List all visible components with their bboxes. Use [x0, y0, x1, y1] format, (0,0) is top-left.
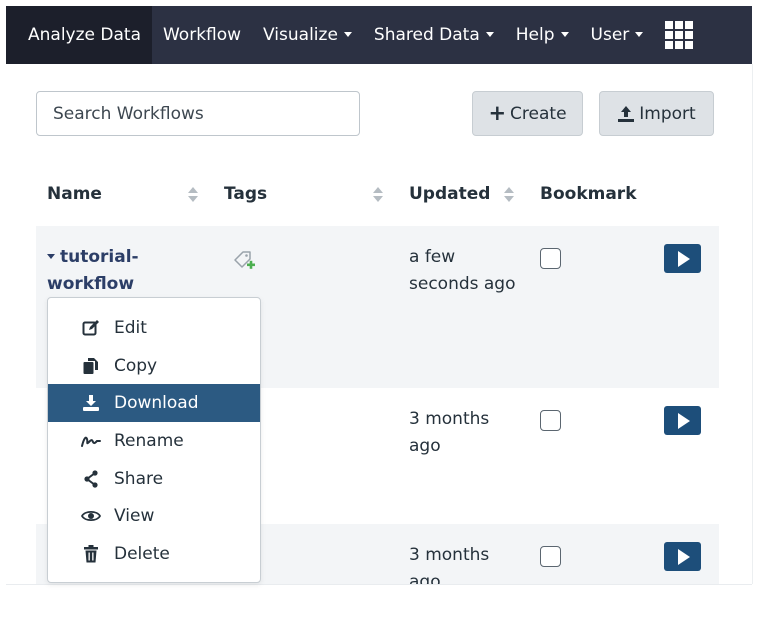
add-tag-icon[interactable]	[232, 248, 256, 272]
nav-shared-data[interactable]: Shared Data	[363, 6, 505, 64]
run-workflow-button[interactable]	[664, 542, 701, 571]
bookmark-checkbox[interactable]	[540, 546, 561, 567]
caret-down-icon	[560, 31, 569, 37]
menu-item-download[interactable]: Download	[48, 384, 260, 423]
menu-item-label: Delete	[114, 543, 170, 564]
plus-icon: +	[488, 101, 507, 125]
nav-workflow[interactable]: Workflow	[152, 6, 252, 64]
menu-item-share[interactable]: Share	[48, 460, 260, 498]
menu-item-label: Rename	[114, 430, 184, 451]
copy-icon	[81, 356, 101, 376]
menu-item-rename[interactable]: Rename	[48, 422, 260, 460]
panel-edge	[6, 584, 752, 585]
grid-icon	[665, 21, 694, 49]
menu-item-edit[interactable]: Edit	[48, 309, 260, 347]
caret-down-icon	[485, 31, 494, 37]
nav-help[interactable]: Help	[505, 6, 580, 64]
sort-icon[interactable]	[188, 186, 198, 204]
bookmark-checkbox[interactable]	[540, 410, 561, 431]
nav-visualize-label: Visualize	[263, 25, 338, 45]
nav-workflow-label: Workflow	[162, 25, 242, 45]
caret-down-icon	[47, 254, 55, 259]
nav-visualize[interactable]: Visualize	[252, 6, 363, 64]
trash-icon	[81, 544, 101, 564]
create-button-label: Create	[510, 103, 567, 124]
nav-user-label: User	[590, 25, 630, 45]
updated-time: a few seconds ago	[409, 247, 516, 294]
menu-item-view[interactable]: View	[48, 497, 260, 535]
workflow-actions-dropdown: Edit Copy Download Rename Share View Del…	[47, 297, 261, 583]
masthead: Analyze Data Workflow Visualize Shared D…	[6, 6, 752, 64]
edit-icon	[81, 318, 101, 338]
menu-item-delete[interactable]: Delete	[48, 535, 260, 573]
import-button[interactable]: Import	[599, 91, 714, 136]
column-header-tags[interactable]: Tags	[224, 184, 267, 204]
run-workflow-button[interactable]	[664, 406, 701, 435]
column-header-updated[interactable]: Updated	[409, 184, 490, 204]
apps-menu-button[interactable]	[654, 6, 704, 64]
sort-icon[interactable]	[504, 186, 514, 204]
bookmark-checkbox[interactable]	[540, 248, 561, 269]
nav-user[interactable]: User	[580, 6, 655, 64]
create-button[interactable]: + Create	[472, 91, 583, 136]
signature-icon	[81, 431, 101, 451]
caret-down-icon	[343, 31, 352, 37]
workflow-name-link[interactable]: tutorial-workflow	[47, 244, 177, 298]
caret-down-icon	[635, 31, 644, 37]
search-workflows-input[interactable]	[36, 91, 360, 136]
column-header-bookmark: Bookmark	[540, 184, 637, 204]
menu-item-label: Edit	[114, 317, 147, 338]
nav-shared-data-label: Shared Data	[373, 25, 480, 45]
updated-time: 3 months ago	[409, 545, 490, 584]
updated-time: 3 months ago	[409, 409, 490, 456]
download-icon	[81, 393, 101, 413]
workflow-name-label: tutorial-workflow	[47, 247, 139, 294]
upload-icon	[617, 105, 635, 123]
panel-edge	[752, 64, 753, 584]
sort-icon[interactable]	[373, 186, 383, 204]
menu-item-label: View	[114, 506, 155, 527]
menu-item-label: Share	[114, 468, 164, 489]
menu-item-label: Download	[114, 393, 199, 414]
nav-analyze-data-label: Analyze Data	[28, 25, 141, 45]
eye-icon	[81, 506, 101, 526]
menu-item-label: Copy	[114, 355, 158, 376]
share-icon	[81, 469, 101, 489]
nav-analyze-data[interactable]: Analyze Data	[6, 6, 152, 64]
import-button-label: Import	[639, 103, 696, 124]
menu-item-copy[interactable]: Copy	[48, 347, 260, 385]
column-header-name[interactable]: Name	[47, 184, 102, 204]
nav-help-label: Help	[515, 25, 555, 45]
run-workflow-button[interactable]	[664, 244, 701, 273]
